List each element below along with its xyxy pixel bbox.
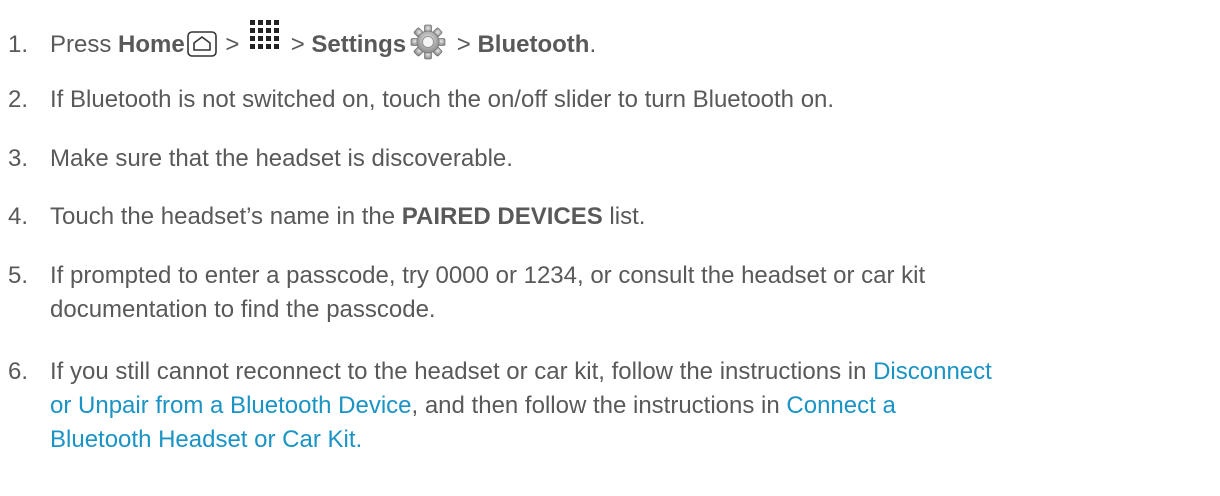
step-text: , and then follow the instructions in <box>411 392 787 419</box>
step-text: . <box>589 31 597 58</box>
step-4: 4. Touch the headset’s name in the PAIRED… <box>8 200 1208 234</box>
step-number: 3. <box>8 145 29 172</box>
separator: > <box>284 31 312 58</box>
separator: > <box>450 31 478 58</box>
separator: > <box>218 31 247 58</box>
step-text-continued: or Unpair from a Bluetooth Device, and t… <box>8 389 1208 423</box>
home-label: Home <box>118 31 185 58</box>
connect-headset-link[interactable]: Connect a <box>786 392 895 419</box>
settings-label: Settings <box>311 31 407 58</box>
gear-icon <box>410 24 446 60</box>
step-text: list. <box>602 203 646 230</box>
step-text-continued: documentation to find the passcode. <box>50 296 436 323</box>
step-5: 5. If prompted to enter a passcode, try 0… <box>8 259 1208 327</box>
step-text: If Bluetooth is not switched on, touch t… <box>50 86 835 113</box>
disconnect-unpair-link[interactable]: Disconnect <box>873 358 992 385</box>
home-icon <box>186 31 217 57</box>
connect-headset-link-cont[interactable]: Bluetooth Headset or Car Kit. <box>50 426 362 453</box>
step-text: Make sure that the headset is discoverab… <box>50 145 513 172</box>
apps-icon <box>248 18 282 50</box>
step-1: 1. Press Home > > Settings > Bluetooth. <box>8 18 1208 62</box>
step-3: 3. Make sure that the headset is discover… <box>8 142 1208 176</box>
step-text-continued: Bluetooth Headset or Car Kit. <box>8 423 1208 457</box>
step-text: Touch the headset’s name in the <box>50 203 402 230</box>
bluetooth-label: Bluetooth <box>477 31 590 58</box>
step-number: 1. <box>8 31 29 58</box>
paired-devices-label: PAIRED DEVICES <box>401 203 603 230</box>
step-number: 4. <box>8 203 29 230</box>
step-text: Press <box>50 31 119 58</box>
disconnect-unpair-link-cont[interactable]: or Unpair from a Bluetooth Device <box>50 392 412 419</box>
step-number: 6. <box>8 358 29 385</box>
step-number: 5. <box>8 262 29 289</box>
step-text: If you still cannot reconnect to the hea… <box>50 358 874 385</box>
step-6: 6. If you still cannot reconnect to the h… <box>8 355 1208 457</box>
step-number: 2. <box>8 86 29 113</box>
step-2: 2. If Bluetooth is not switched on, touch… <box>8 83 1208 117</box>
step-text: If prompted to enter a passcode, try 000… <box>50 262 926 289</box>
